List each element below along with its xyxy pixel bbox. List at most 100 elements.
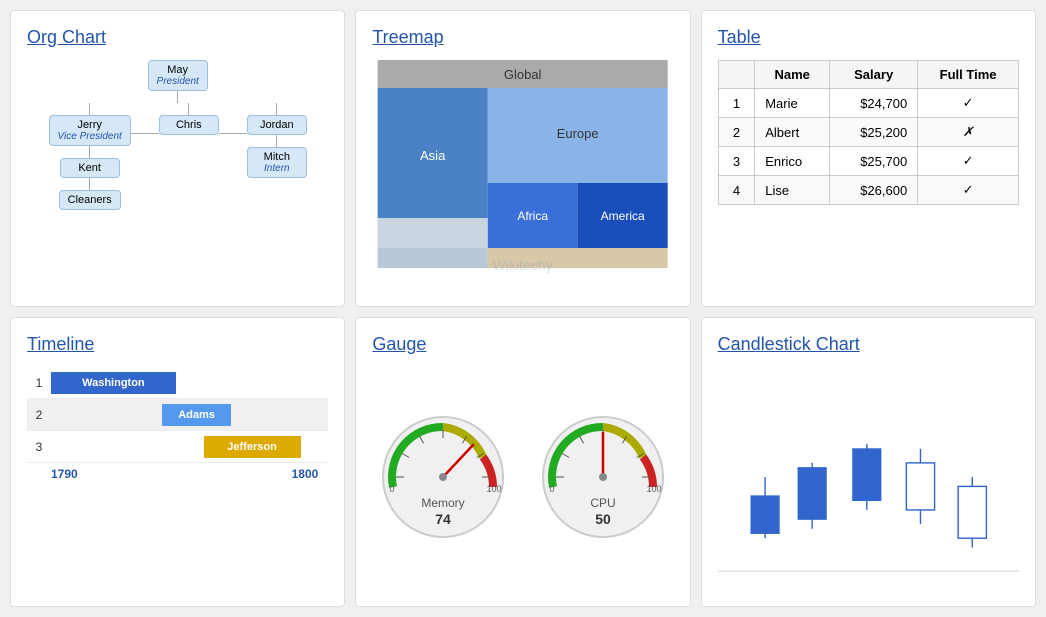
gauge-memory: 0 100 Memory 74: [378, 412, 508, 542]
org-node-may: May President: [148, 60, 208, 91]
svg-text:0: 0: [389, 484, 394, 494]
table-header-num: [718, 61, 755, 89]
candle-2: [798, 468, 826, 520]
timeline-title: Timeline: [27, 334, 328, 355]
org-name-cleaners: Cleaners: [68, 194, 112, 206]
candlestick-card: Candlestick Chart: [701, 317, 1036, 607]
org-hline-jordan: [219, 115, 247, 134]
dashboard-grid: Org Chart May President Jerry: [10, 10, 1036, 607]
org-root: May President: [148, 60, 208, 103]
timeline-card: Timeline 1 Washington 2 Adams 3 Jefferso…: [10, 317, 345, 607]
org-name-may: May: [157, 64, 199, 76]
table-cell-num: 1: [718, 89, 755, 118]
table-cell-name: Marie: [755, 89, 830, 118]
org-node-chris: Chris: [159, 115, 219, 135]
timeline-bar: Jefferson: [204, 436, 301, 458]
org-name-kent: Kent: [69, 162, 111, 174]
org-line-kent: [89, 178, 90, 190]
treemap-title: Treemap: [372, 27, 673, 48]
org-node-cleaners: Cleaners: [59, 190, 121, 210]
table-cell-fulltime: ✓: [918, 176, 1019, 205]
org-h-connector: Jerry Vice President Kent Cleaners: [49, 103, 307, 210]
svg-text:100: 100: [646, 484, 661, 494]
treemap-diagram: Global Europe Asia Africa America: [372, 60, 673, 290]
org-node-jerry: Jerry Vice President: [49, 115, 131, 146]
org-chris-branch: Chris: [159, 103, 219, 135]
timeline-bar-area: Adams: [51, 403, 328, 427]
timeline-row: 3 Jefferson: [27, 431, 328, 463]
table-card: Table Name Salary Full Time 1 Marie $24,…: [701, 10, 1036, 307]
org-hline-right: [219, 133, 247, 134]
org-name-chris: Chris: [168, 119, 210, 131]
org-line-jordan-top: [276, 103, 277, 115]
timeline-row: 1 Washington: [27, 367, 328, 399]
timeline-axis: 1790 1800: [27, 467, 328, 481]
timeline-row: 2 Adams: [27, 399, 328, 431]
treemap-global-label: Global: [504, 67, 542, 82]
candlestick-chart: [718, 367, 1019, 587]
treemap-extra-rect: [378, 218, 488, 248]
org-node-jordan: Jordan: [247, 115, 307, 135]
table-header-fulltime: Full Time: [918, 61, 1019, 89]
timeline-axis-label: 1790: [51, 467, 78, 481]
svg-text:74: 74: [435, 511, 451, 527]
org-jordan-branch: Jordan Mitch Intern: [247, 103, 307, 178]
svg-text:100: 100: [486, 484, 501, 494]
treemap-bottom2-rect: [378, 248, 488, 268]
table-title: Table: [718, 27, 1019, 48]
table-cell-name: Albert: [755, 118, 830, 147]
org-role-mitch: Intern: [256, 163, 298, 174]
table-cell-salary: $26,600: [830, 176, 918, 205]
treemap-svg: Global Europe Asia Africa America: [372, 60, 673, 290]
candle-4: [906, 463, 934, 510]
org-line-jordan-bot: [276, 135, 277, 147]
timeline-bar: Adams: [162, 404, 231, 426]
candle-1: [751, 496, 779, 534]
org-hline-left: [131, 133, 159, 134]
treemap-card: Treemap Global Europe Asia Africa Americ…: [355, 10, 690, 307]
treemap-asia-label: Asia: [420, 148, 446, 163]
org-node-mitch: Mitch Intern: [247, 147, 307, 178]
timeline-row-num: 2: [27, 408, 51, 422]
org-name-jordan: Jordan: [256, 119, 298, 131]
timeline-axis-label: 1800: [292, 467, 319, 481]
data-table: Name Salary Full Time 1 Marie $24,700 ✓ …: [718, 60, 1019, 205]
org-role-may: President: [157, 76, 199, 87]
orgchart-diagram: May President Jerry Vice President: [27, 60, 328, 210]
orgchart-card: Org Chart May President Jerry: [10, 10, 345, 307]
table-row: 2 Albert $25,200 ✗: [718, 118, 1018, 147]
table-cell-name: Enrico: [755, 147, 830, 176]
table-cell-name: Lise: [755, 176, 830, 205]
table-header-name: Name: [755, 61, 830, 89]
org-name-jerry: Jerry: [58, 119, 122, 131]
org-jerry-branch: Jerry Vice President Kent Cleaners: [49, 103, 131, 210]
svg-text:0: 0: [549, 484, 554, 494]
svg-text:50: 50: [595, 511, 611, 527]
table-row: 1 Marie $24,700 ✓: [718, 89, 1018, 118]
timeline-row-num: 3: [27, 440, 51, 454]
gauge-memory-svg: 0 100 Memory 74: [378, 412, 508, 542]
table-cell-salary: $24,700: [830, 89, 918, 118]
org-level1-container: Jerry Vice President Kent Cleaners: [49, 103, 307, 210]
org-role-jerry: Vice President: [58, 131, 122, 142]
gauge-container: 0 100 Memory 74: [372, 367, 673, 587]
org-line-chris-top: [188, 103, 189, 115]
table-cell-salary: $25,700: [830, 147, 918, 176]
org-hline-chris: [131, 115, 159, 134]
org-line-jerry-bot: [89, 146, 90, 158]
svg-text:CPU: CPU: [590, 496, 615, 510]
table-header-row: Name Salary Full Time: [718, 61, 1018, 89]
table-cell-fulltime: ✗: [918, 118, 1019, 147]
timeline-bar: Washington: [51, 372, 176, 394]
table-cell-fulltime: ✓: [918, 147, 1019, 176]
table-row: 3 Enrico $25,700 ✓: [718, 147, 1018, 176]
table-cell-salary: $25,200: [830, 118, 918, 147]
timeline-bar-area: Washington: [51, 371, 328, 395]
treemap-america-label: America: [601, 209, 645, 223]
svg-text:Memory: Memory: [421, 496, 464, 510]
timeline-chart: 1 Washington 2 Adams 3 Jefferson: [27, 367, 328, 463]
org-line-1: [177, 91, 178, 103]
table-cell-num: 4: [718, 176, 755, 205]
treemap-europe-label: Europe: [557, 126, 599, 141]
candlestick-title: Candlestick Chart: [718, 334, 1019, 355]
